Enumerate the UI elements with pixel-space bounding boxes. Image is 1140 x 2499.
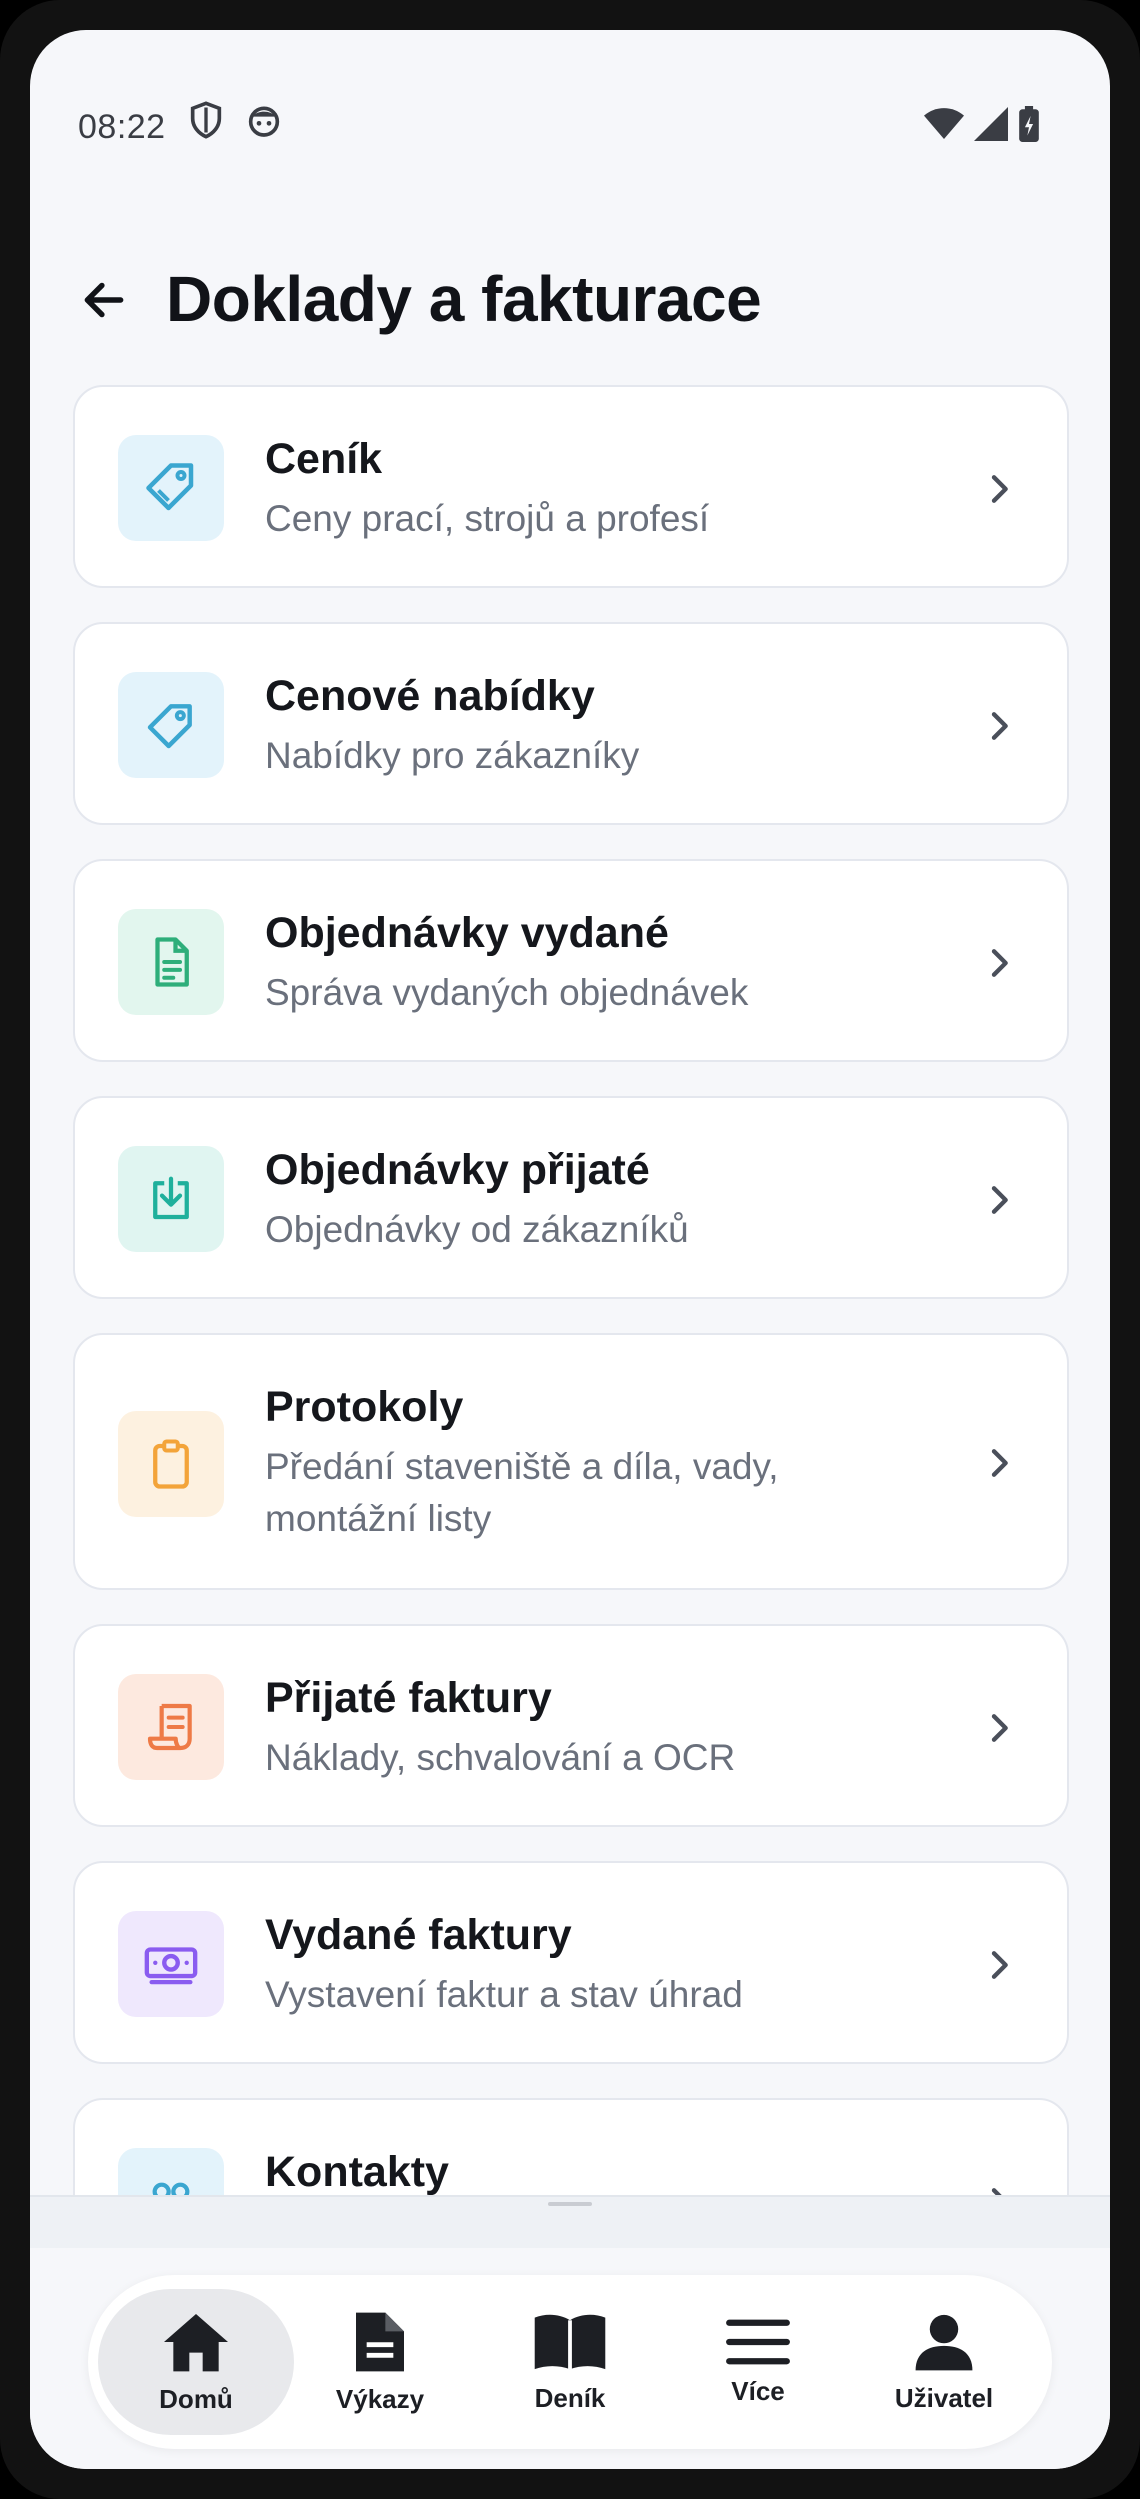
menu-icon [726, 2319, 790, 2364]
item-subtitle: Vystavení faktur a stav úhrad [265, 1974, 743, 2015]
item-subtitle: Náklady, schvalování a OCR [265, 1737, 736, 1778]
chevron-right-icon [991, 1449, 1008, 1477]
item-subtitle: Správa vydaných objednávek [265, 972, 749, 1013]
nav-item-user[interactable]: Uživatel [846, 2289, 1042, 2435]
receipt-icon [118, 1674, 224, 1780]
page-header: Doklady a fakturace [30, 250, 1110, 350]
chevron-right-icon [991, 2188, 1002, 2195]
status-time: 08:22 [78, 108, 166, 146]
item-subtitle: Předání staveniště a díla, vady, montážn… [265, 1446, 779, 1539]
page-title: Doklady a fakturace [166, 263, 762, 335]
nav-label: Více [731, 2375, 785, 2406]
menu-list: Ceník Ceny prací, strojů a profesí Cenov… [73, 355, 1069, 2195]
item-title: Objednávky vydané [265, 909, 669, 957]
chevron-right-icon [991, 712, 1008, 740]
nav-label: Výkazy [335, 2383, 425, 2414]
list-item-objednavky-prijate[interactable]: Objednávky přijaté Objednávky od zákazní… [73, 1096, 1069, 1299]
nav-item-home[interactable]: Domů [98, 2289, 294, 2435]
nav-item-diary[interactable]: Deník [472, 2289, 668, 2435]
book-icon [534, 2314, 606, 2369]
list-item-cenik[interactable]: Ceník Ceny prací, strojů a profesí [73, 385, 1069, 588]
face-icon [248, 106, 280, 137]
chevron-right-icon [991, 949, 1008, 977]
list-item-vydane-faktury[interactable]: Vydané faktury Vystavení faktur a stav ú… [73, 1861, 1069, 2064]
list-item-prijate-faktury[interactable]: Přijaté faktury Náklady, schvalování a O… [73, 1624, 1069, 1827]
home-icon [164, 2313, 228, 2371]
back-button[interactable] [74, 270, 134, 330]
list-item-cenove-nabidky[interactable]: Cenové nabídky Nabídky pro zákazníky [73, 622, 1069, 825]
nav-item-reports[interactable]: Výkazy [282, 2289, 478, 2435]
chevron-right-icon [991, 1714, 1008, 1742]
clipboard-icon [118, 1411, 224, 1517]
tag-icon [118, 435, 224, 541]
status-right [924, 106, 1040, 142]
item-title: Ceník [265, 435, 383, 483]
nav-label: Deník [534, 2382, 606, 2413]
list-item-kontakty[interactable]: Kontakty [73, 2098, 1069, 2195]
chevron-right-icon [991, 475, 1008, 503]
contacts-icon [118, 2148, 224, 2195]
bottom-navigation: Domů Výkazy Deník Více Uživatel [88, 2275, 1052, 2449]
download-icon [118, 1146, 224, 1252]
nav-item-more[interactable]: Více [660, 2289, 856, 2435]
drag-handle[interactable] [548, 2202, 592, 2206]
item-title: Objednávky přijaté [265, 1146, 650, 1194]
screen: 08:22 Doklady a fakturace Ceník Ceny pra… [30, 30, 1110, 2469]
list-item-protokoly[interactable]: Protokoly Předání staveniště a díla, vad… [73, 1333, 1069, 1590]
signal-icon [974, 107, 1008, 141]
document-icon [118, 909, 224, 1015]
item-title: Kontakty [265, 2148, 449, 2195]
item-subtitle: Ceny prací, strojů a profesí [265, 498, 710, 539]
nav-label: Uživatel [894, 2382, 994, 2413]
banknote-icon [118, 1911, 224, 2017]
item-subtitle: Objednávky od zákazníků [265, 1209, 689, 1250]
item-title: Cenové nabídky [265, 672, 595, 720]
item-title: Vydané faktury [265, 1911, 572, 1959]
user-icon [915, 2314, 973, 2370]
battery-icon [1019, 106, 1039, 142]
report-icon [356, 2312, 404, 2371]
chevron-right-icon [991, 1951, 1008, 1979]
nav-label: Domů [159, 2383, 233, 2414]
shield-icon [190, 101, 222, 139]
device-frame: 08:22 Doklady a fakturace Ceník Ceny pra… [0, 0, 1140, 2499]
wifi-icon [924, 108, 964, 139]
status-bar: 08:22 [30, 30, 1110, 170]
item-title: Přijaté faktury [265, 1674, 552, 1722]
tag-icon [118, 672, 224, 778]
item-subtitle: Nabídky pro zákazníky [265, 735, 640, 776]
list-item-objednavky-vydane[interactable]: Objednávky vydané Správa vydaných objedn… [73, 859, 1069, 1062]
item-title: Protokoly [265, 1383, 464, 1431]
arrow-left-icon [84, 282, 124, 318]
chevron-right-icon [991, 1186, 1008, 1214]
